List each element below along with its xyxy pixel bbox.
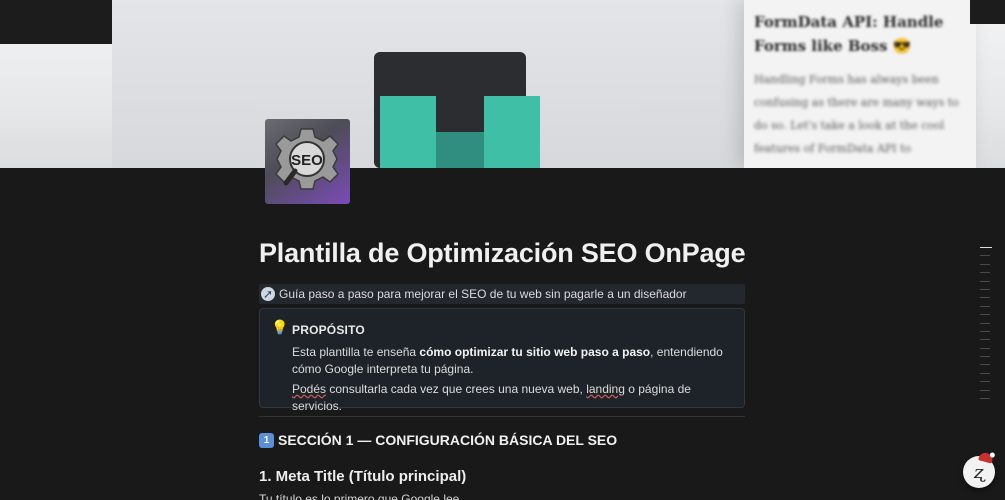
keycap-number-icon: 1	[259, 432, 274, 448]
outline-tick[interactable]	[980, 263, 990, 265]
callout-line-1: Esta plantilla te enseña cómo optimizar …	[292, 344, 732, 378]
paragraph[interactable]: Tu título es lo primero que Google lee.	[259, 492, 463, 500]
seo-icon-text: SEO	[291, 152, 323, 169]
help-avatar-button[interactable]: ʐ	[963, 451, 995, 488]
subtitle-block[interactable]: ➚ Guía paso a paso para mejorar el SEO d…	[259, 284, 745, 304]
outline-tick[interactable]	[980, 280, 990, 282]
outline-tick[interactable]	[980, 255, 990, 257]
subheading[interactable]: 1. Meta Title (Título principal)	[259, 468, 466, 485]
outline-tick[interactable]	[980, 272, 990, 274]
cover-logo-mid-bar	[436, 132, 484, 168]
seo-gear-svg: SEO	[275, 128, 339, 190]
outline-nav[interactable]	[980, 247, 992, 406]
outline-tick[interactable]	[980, 305, 990, 307]
callout-line1-bold: cómo optimizar tu sitio web paso a paso	[419, 345, 651, 359]
cover-card-title: FormData API: Handle Forms like Boss 😎	[754, 13, 944, 55]
page-title[interactable]: Plantilla de Optimización SEO OnPage	[259, 238, 746, 269]
outline-tick[interactable]	[980, 364, 990, 366]
callout-line1-pre: Esta plantilla te enseña	[292, 345, 420, 359]
outline-tick[interactable]	[980, 381, 990, 383]
outline-tick[interactable]	[980, 339, 990, 341]
callout-line-2: Podés consultarla cada vez que crees una…	[292, 381, 732, 415]
callout-line2-word2: landing	[586, 382, 625, 396]
outline-tick[interactable]	[980, 330, 990, 332]
notion-face-icon: ʐ	[973, 461, 985, 483]
cover-article-card: FormData API: Handle Forms like Boss 😎 H…	[744, 0, 976, 168]
cover-dark-block	[0, 0, 112, 44]
callout-line2-word1: Podés	[292, 382, 327, 396]
cover-dark-block-right	[970, 0, 1005, 24]
seo-gear-icon[interactable]: SEO	[265, 119, 350, 204]
compass-icon: ➚	[261, 287, 275, 301]
outline-tick[interactable]	[980, 372, 990, 374]
cover-logo-left-bar	[380, 96, 436, 168]
outline-tick[interactable]	[980, 356, 990, 358]
cover-card-text: Handling Forms has always been confusing…	[754, 73, 959, 155]
section-heading[interactable]: 1 SECCIÓN 1 — CONFIGURACIÓN BÁSICA DEL S…	[259, 432, 617, 448]
outline-tick[interactable]	[980, 347, 990, 349]
outline-tick[interactable]	[980, 314, 990, 316]
outline-tick[interactable]	[980, 389, 990, 391]
page-cover[interactable]: FormData API: Handle Forms like Boss 😎 H…	[0, 0, 1005, 168]
lightbulb-icon: 💡	[271, 319, 289, 335]
outline-tick[interactable]	[980, 297, 990, 299]
outline-tick[interactable]	[980, 247, 992, 248]
outline-tick[interactable]	[980, 398, 990, 400]
outline-tick[interactable]	[980, 322, 990, 324]
divider	[259, 416, 745, 417]
outline-tick[interactable]	[980, 288, 990, 290]
callout-label: PROPÓSITO	[292, 323, 365, 337]
section-heading-text: SECCIÓN 1 — CONFIGURACIÓN BÁSICA DEL SEO	[278, 432, 618, 448]
cover-logo-right-bar	[484, 96, 540, 168]
callout-line2-a: consultarla cada vez que crees una nueva…	[326, 382, 587, 396]
subtitle-text: Guía paso a paso para mejorar el SEO de …	[279, 287, 687, 301]
purpose-callout[interactable]: 💡 PROPÓSITO Esta plantilla te enseña cóm…	[259, 308, 745, 413]
